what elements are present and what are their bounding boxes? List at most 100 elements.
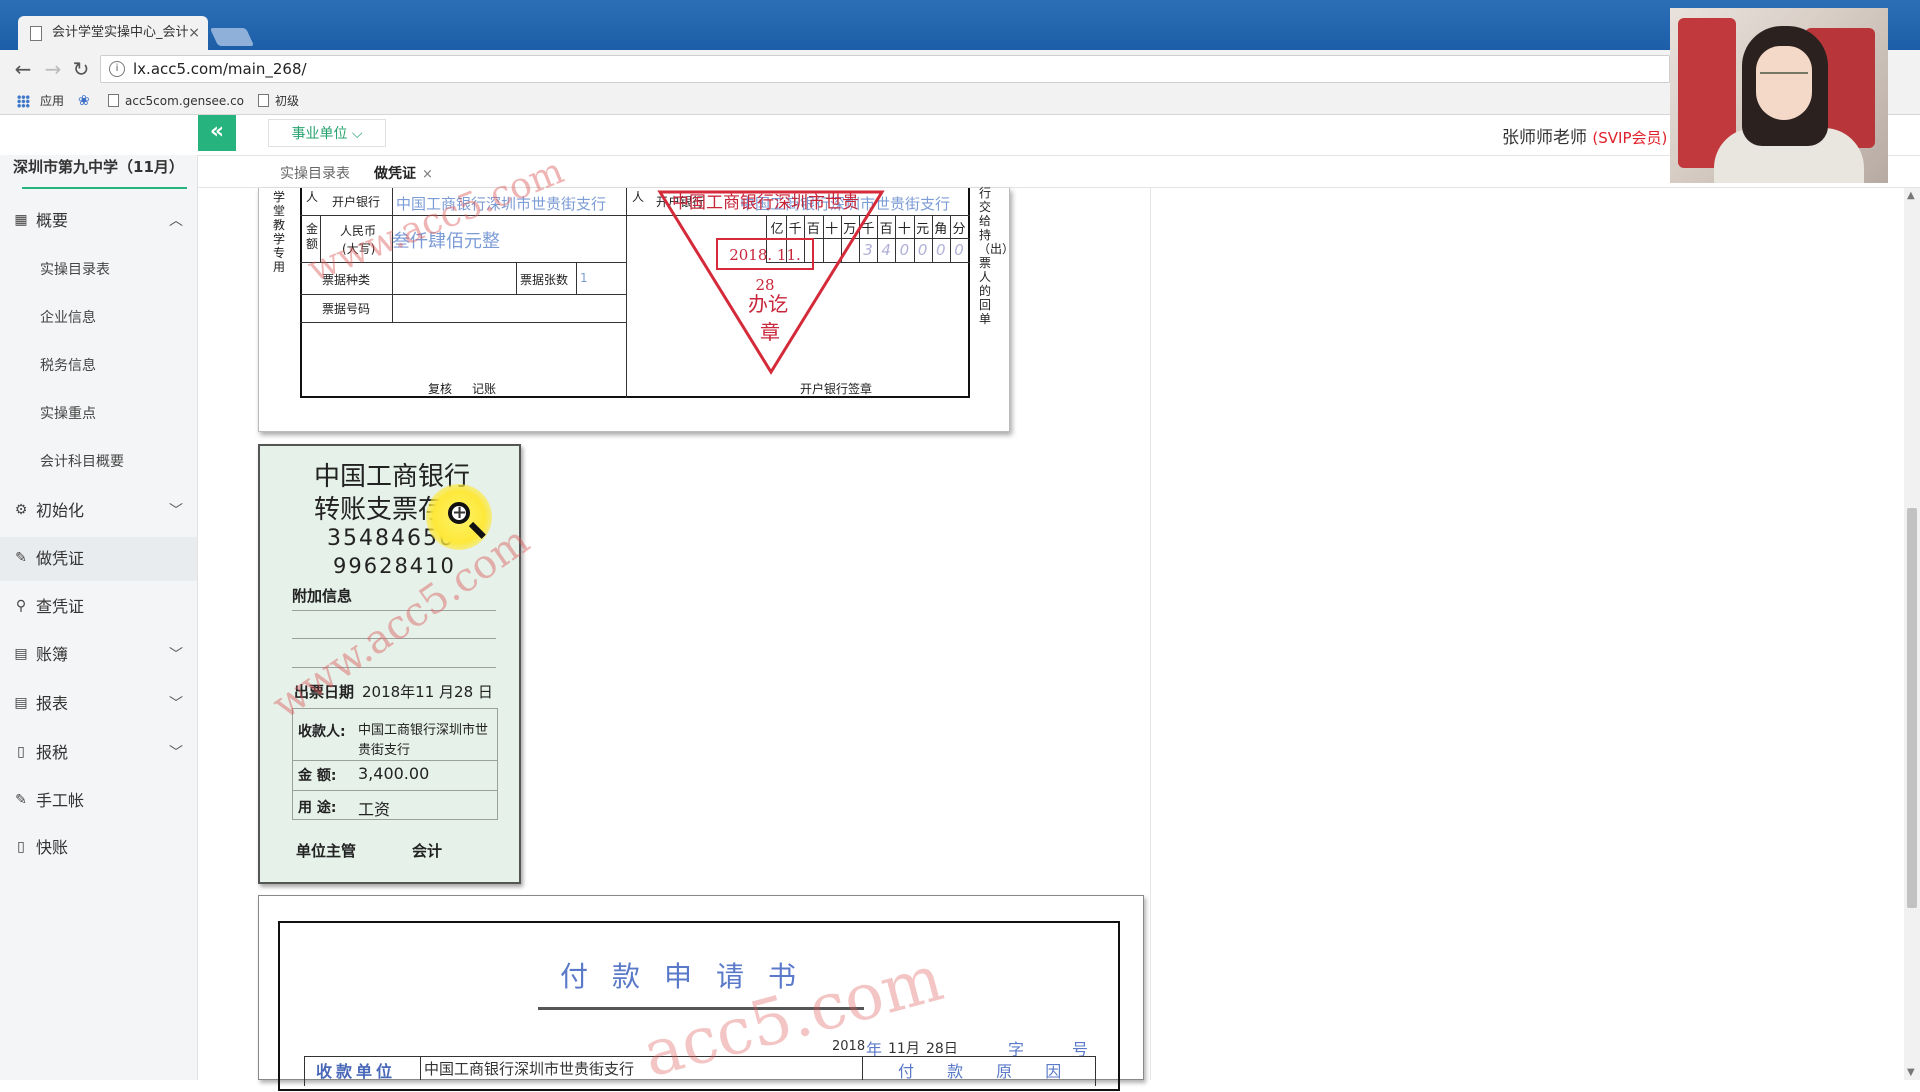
close-tab-icon[interactable]: ×	[188, 16, 200, 50]
scroll-up-icon[interactable]: ▲	[1907, 190, 1915, 201]
receipt-col-line	[626, 188, 627, 398]
stub-payee-value: 中国工商银行深圳市世贵街支行	[358, 723, 489, 758]
bookmark-apps[interactable]: 应用	[40, 88, 64, 114]
grid-icon: ▦	[14, 212, 28, 228]
submenu-accounts[interactable]: 会计科目概要	[40, 452, 124, 472]
menu-make-voucher[interactable]: ✎ 做凭证	[0, 537, 197, 581]
chevron-down-icon: ﹀	[169, 696, 183, 712]
menu-quick-book[interactable]: ▯ 快账	[0, 826, 197, 870]
bookmark-gensee[interactable]: acc5com.gensee.co	[108, 88, 244, 114]
amount-digit: 0	[917, 241, 928, 259]
browser-navbar: ← → ↻ i lx.acc5.com/main_268/	[0, 50, 1920, 88]
menu-init[interactable]: ⚙ 初始化 ﹀	[0, 489, 197, 533]
apps-grid-icon[interactable]	[17, 95, 30, 108]
stub-manager-label: 单位主管	[296, 842, 357, 860]
menu-overview[interactable]: ▦ 概要 ︿	[0, 199, 197, 243]
browser-tab[interactable]: 会计学堂实操中心_会计 ×	[18, 16, 208, 50]
pay-payee-unit-label: 收款单位	[316, 1062, 397, 1081]
stamp-seal-text: 章	[760, 320, 780, 344]
receipt-row-line	[300, 294, 626, 295]
menu-manual-book[interactable]: ✎ 手工帐	[0, 779, 197, 823]
payer-bank-label: 开户银行	[332, 195, 381, 209]
chevron-up-icon: ︿	[169, 213, 183, 229]
stub-extra-info-label: 附加信息	[292, 587, 353, 605]
pen-icon: ✎	[15, 792, 27, 808]
page-icon	[108, 94, 119, 107]
receipt-col-line	[516, 262, 517, 294]
school-name: 深圳市第九中学（11月）	[13, 158, 184, 176]
stub-payee-label: 收款人:	[298, 724, 346, 740]
amount-unit-label: 角	[934, 222, 948, 237]
stub-amount-value: 3,400.00	[358, 764, 430, 783]
submenu-company-info[interactable]: 企业信息	[40, 308, 96, 328]
pen-icon: ✎	[15, 550, 27, 566]
url-text: lx.acc5.com/main_268/	[133, 60, 307, 78]
collapse-sidebar-button[interactable]: «	[198, 115, 236, 151]
tab-make-voucher[interactable]: 做凭证 ×	[374, 162, 433, 186]
bookmarks-bar: 应用 ❀ acc5com.gensee.co 初级	[0, 88, 1920, 115]
stub-amount-label: 金 额:	[298, 768, 337, 784]
menu-search-voucher[interactable]: ⚲ 查凭证	[0, 585, 197, 629]
forward-arrow-icon[interactable]: →	[40, 56, 66, 82]
org-type-dropdown[interactable]: 事业单位 ⌵	[268, 119, 386, 147]
gear-icon: ⚙	[14, 502, 28, 518]
bill-count-label: 票据张数	[520, 273, 569, 287]
search-icon: ⚲	[15, 598, 27, 614]
pay-col-line	[420, 1056, 421, 1080]
bank-sign-label: 开户银行签章	[800, 382, 873, 396]
amount-digit: 0	[899, 241, 910, 259]
user-name: 张师师老师	[1502, 128, 1587, 148]
amount-digit: 0	[954, 241, 964, 259]
info-icon[interactable]: i	[109, 61, 125, 77]
book-icon: ▤	[14, 646, 28, 662]
browser-tab-strip: 会计学堂实操中心_会计 ×	[0, 0, 1920, 50]
bill-no-label: 票据号码	[322, 302, 371, 316]
pay-date-month: 11月	[888, 1041, 920, 1057]
receipt-row-line	[300, 322, 626, 323]
amount-unit-label: 分	[952, 222, 966, 237]
vertical-scrollbar[interactable]: ▲ ▼	[1904, 188, 1920, 1080]
doc-icon: ▯	[17, 744, 25, 760]
stub-use-value: 工资	[358, 800, 391, 819]
doc-icon: ▯	[17, 839, 25, 855]
payee-label: 人	[632, 190, 645, 204]
chevron-down-icon: ﹀	[169, 647, 183, 663]
submenu-key-points[interactable]: 实操重点	[40, 404, 96, 424]
bookmark-chuji[interactable]: 初级	[258, 88, 299, 114]
sidebar: 深圳市第九中学（11月） ▦ 概要 ︿ 实操目录表 企业信息 税务信息 实操重点…	[0, 115, 198, 1080]
pay-col-line	[862, 1056, 863, 1080]
chevron-down-icon: ﹀	[169, 503, 183, 519]
reload-icon[interactable]: ↻	[68, 56, 94, 82]
stamp-date: 2018. 11. 28	[716, 238, 814, 294]
new-tab-button[interactable]	[209, 28, 255, 46]
pay-date-day: 28日	[926, 1041, 958, 1057]
stamp-bank-name: 中国工商银行深圳市世贵	[672, 193, 859, 213]
paw-icon[interactable]: ❀	[78, 88, 90, 114]
user-info[interactable]: 张师师老师 (SVIP会员)	[1502, 123, 1667, 148]
menu-ledger[interactable]: ▤ 账簿 ﹀	[0, 633, 197, 677]
stub-line	[292, 790, 498, 791]
submenu-tax-info[interactable]: 税务信息	[40, 356, 96, 376]
stub-date-value: 2018年11 月28 日	[362, 683, 493, 701]
vip-badge: (SVIP会员)	[1592, 129, 1668, 147]
tab-catalog[interactable]: 实操目录表	[280, 162, 350, 186]
menu-reports[interactable]: ▤ 报表 ﹀	[0, 682, 197, 726]
back-arrow-icon[interactable]: ←	[10, 56, 36, 82]
menu-tax[interactable]: ▯ 报税 ﹀	[0, 731, 197, 775]
submenu-catalog[interactable]: 实操目录表	[40, 260, 110, 280]
report-icon: ▤	[14, 695, 28, 711]
close-icon[interactable]: ×	[422, 167, 433, 182]
scrollbar-thumb[interactable]	[1907, 508, 1917, 908]
browser-tab-title: 会计学堂实操中心_会计	[52, 25, 189, 40]
stamp-done-text: 办讫	[748, 292, 788, 316]
bill-count-value: 1	[580, 271, 588, 285]
receipt-left-vertical-text: 学堂教学专用	[272, 190, 285, 274]
page-icon	[258, 94, 269, 107]
receipt-col-line	[576, 262, 577, 294]
amount-unit-label: 元	[916, 222, 930, 237]
content-divider	[1150, 188, 1151, 1080]
chevron-down-icon: ﹀	[169, 745, 183, 761]
scroll-down-icon[interactable]: ▼	[1907, 1067, 1915, 1078]
address-bar[interactable]: i lx.acc5.com/main_268/	[100, 55, 1670, 83]
school-underline	[22, 187, 187, 189]
